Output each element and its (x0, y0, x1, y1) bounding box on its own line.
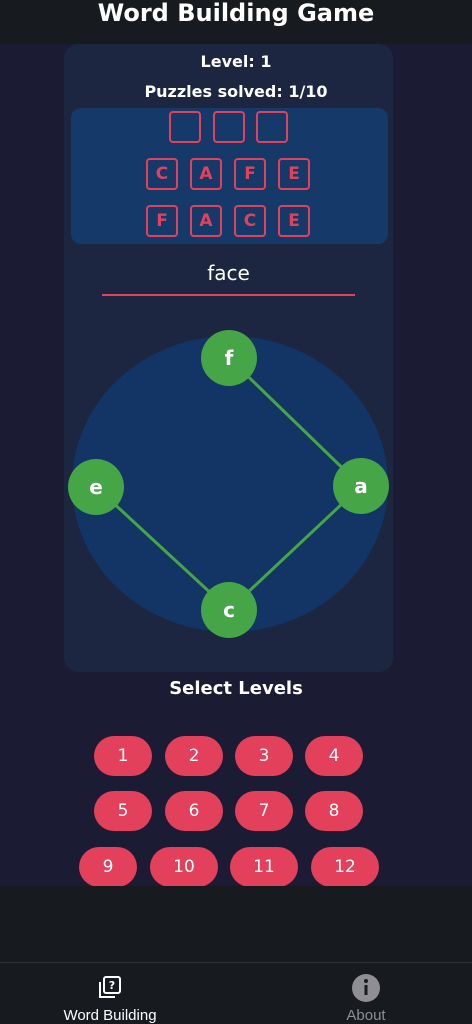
level-button-8[interactable]: 8 (305, 791, 363, 831)
letter-tile: E (278, 158, 310, 190)
level-button-4[interactable]: 4 (305, 736, 363, 776)
app-title: Word Building Game (97, 0, 375, 27)
level-button-5[interactable]: 5 (94, 791, 152, 831)
level-button-7[interactable]: 7 (235, 791, 293, 831)
letter-tile: E (278, 205, 310, 237)
info-icon (351, 973, 381, 1003)
letter-tile: F (146, 205, 178, 237)
letter-tile: A (190, 205, 222, 237)
tab-about[interactable]: About (316, 963, 416, 1024)
empty-tile (256, 111, 288, 143)
level-button-6[interactable]: 6 (165, 791, 223, 831)
letter-node-f[interactable]: f (201, 330, 257, 386)
level-indicator: Level: 1 (200, 52, 272, 71)
level-button-9[interactable]: 9 (79, 847, 137, 887)
letter-tile: A (190, 158, 222, 190)
puzzle-cards-icon: ? (95, 973, 125, 1003)
bottom-tab-bar: ? Word Building About (0, 962, 472, 1024)
letter-node-e[interactable]: e (68, 459, 124, 515)
level-button-1[interactable]: 1 (94, 736, 152, 776)
level-button-10[interactable]: 10 (150, 847, 218, 887)
content-footer (0, 886, 472, 962)
select-levels-title: Select Levels (169, 678, 303, 699)
empty-tile (169, 111, 201, 143)
level-button-3[interactable]: 3 (235, 736, 293, 776)
puzzles-solved-indicator: Puzzles solved: 1/10 (144, 82, 328, 101)
tab-label-word-building: Word Building (63, 1007, 157, 1024)
letter-tile: C (234, 205, 266, 237)
level-button-2[interactable]: 2 (165, 736, 223, 776)
level-button-12[interactable]: 12 (311, 847, 379, 887)
current-word-display: face (102, 258, 355, 296)
letter-node-a[interactable]: a (333, 458, 389, 514)
level-button-11[interactable]: 11 (230, 847, 298, 887)
letter-tile: F (234, 158, 266, 190)
empty-tile (213, 111, 245, 143)
tab-label-about: About (346, 1007, 386, 1024)
svg-text:?: ? (109, 979, 115, 992)
letter-tile: C (146, 158, 178, 190)
letter-node-c[interactable]: c (201, 582, 257, 638)
app-header: Word Building Game (0, 0, 472, 44)
tab-word-building[interactable]: ? Word Building (40, 963, 180, 1024)
